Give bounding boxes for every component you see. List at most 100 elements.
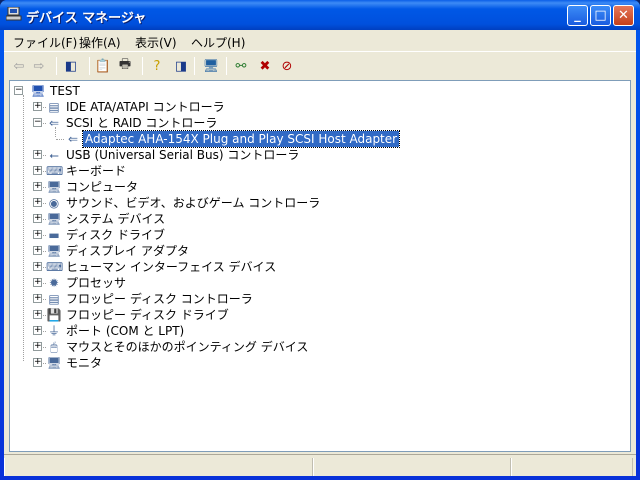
minimize-button[interactable]: _ [567,5,588,26]
properties-button[interactable]: 📋 [94,57,112,75]
title-bar[interactable]: デバイス マネージャ _ □ ✕ [0,0,640,30]
properties-icon: 📋 [94,58,112,74]
tree-item[interactable]: + ⌨ ヒューマン インターフェイス デバイス [10,259,610,275]
show-hide-action-pane-icon: ◨ [174,58,188,74]
status-pane [511,458,633,476]
tree-item[interactable]: + ▤ IDE ATA/ATAPI コントローラ [10,99,610,115]
floppy-drive-icon: 💾 [46,308,62,322]
disk-drive-icon: ▬ [48,228,60,242]
expand-toggle[interactable]: + [33,246,42,255]
expand-toggle[interactable]: + [33,358,42,367]
hid-icon: ⌨ [46,260,64,274]
tree-item-label: ポート (COM と LPT) [66,324,185,338]
tree-line [56,139,64,140]
toolbar: ⇦ ⇨ ◧ 📋 🖶? ◨ 🖥 ⚯ ✖ ⊘ [4,53,636,79]
menu-help[interactable]: ヘルプ(H) [191,34,245,51]
tree-item[interactable]: + ⏚ ポート (COM と LPT) [10,323,610,339]
collapse-toggle[interactable]: − [33,118,42,127]
keyboard-icon: ⌨ [46,164,64,178]
tree-item-label: コンピュータ [66,180,139,194]
expand-toggle[interactable]: + [33,166,42,175]
expand-toggle[interactable]: + [33,278,42,287]
help-button[interactable]: ? [148,57,166,75]
tree-item[interactable]: + ⌨ キーボード [10,163,610,179]
collapse-toggle[interactable]: − [14,86,23,95]
expand-toggle[interactable]: + [33,182,42,191]
expand-toggle[interactable]: + [33,214,42,223]
tree-item-label: ディスプレイ アダプタ [66,244,189,258]
tree-item-label: システム デバイス [66,212,166,226]
close-button[interactable]: ✕ [613,5,634,26]
scan-hardware-icon: 🖥 [202,58,220,74]
menu-view[interactable]: 表示(V) [135,34,177,51]
tree-item[interactable]: ⇐ Adaptec AHA-154X Plug and Play SCSI Hos… [10,130,610,148]
sound-icon: ◉ [48,196,60,210]
tree-item-label: サウンド、ビデオ、およびゲーム コントローラ [66,196,321,210]
mouse-icon: 🖱 [50,340,58,354]
status-pane [4,458,313,476]
scan-hardware-button[interactable]: 🖥 [202,57,220,75]
tree-item-label: マウスとそのほかのポインティング デバイス [66,340,309,354]
disable-button[interactable]: ⊘ [278,57,296,75]
toolbar-separator [226,57,227,75]
tree-item[interactable]: + ▤ フロッピー ディスク コントローラ [10,291,610,307]
processor-icon: ✹ [48,276,60,290]
menu-action[interactable]: 操作(A) [79,34,121,51]
help-icon: ? [153,58,161,74]
expand-toggle[interactable]: + [33,310,42,319]
device-tree[interactable]: − 🖥 TEST + ▤ IDE ATA/ATAPI コントローラ − ⇐ SCSI と RAI… [9,80,631,452]
expand-toggle[interactable]: + [33,326,42,335]
expand-toggle[interactable]: + [33,342,42,351]
show-hide-console-tree-icon: ◧ [64,58,78,74]
tree-root-label: TEST [50,84,80,98]
tree-root[interactable]: − 🖥 TEST [10,83,210,99]
maximize-button[interactable]: □ [590,5,611,26]
tree-item-label: フロッピー ディスク コントローラ [66,292,253,306]
toolbar-separator [56,57,57,75]
tree-item[interactable]: + 🖥 コンピュータ [10,179,610,195]
expand-toggle[interactable]: + [33,198,42,207]
tree-item[interactable]: − ⇐ SCSI と RAID コントローラ [10,115,610,131]
tree-item-label: キーボード [66,164,127,178]
print-button[interactable]: 🖶 [116,57,134,75]
tree-item[interactable]: + 🖥 システム デバイス [10,211,610,227]
forward-button[interactable]: ⇨ [30,57,48,75]
computer-icon: 🖥 [46,180,62,194]
uninstall-icon: ✖ [259,58,271,74]
tree-item-label: USB (Universal Serial Bus) コントローラ [66,148,300,162]
tree-item[interactable]: + ◉ サウンド、ビデオ、およびゲーム コントローラ [10,195,610,211]
scsi-adapter-icon: ⇐ [67,132,79,146]
show-hide-action-pane-button[interactable]: ◨ [172,57,190,75]
tree-item-label: フロッピー ディスク ドライブ [66,308,229,322]
device-manager-icon [5,6,22,21]
tree-item[interactable]: + ✹ プロセッサ [10,275,610,291]
update-driver-button[interactable]: ⚯ [232,57,250,75]
window-title: デバイス マネージャ [26,11,147,26]
show-hide-console-tree-button[interactable]: ◧ [62,57,80,75]
tree-item-label: ディスク ドライブ [66,228,165,242]
back-button[interactable]: ⇦ [10,57,28,75]
tree-item[interactable]: + ⭠ USB (Universal Serial Bus) コントローラ [10,147,610,163]
tree-item[interactable]: + 🖥 モニタ [10,355,610,371]
tree-item[interactable]: + ▬ ディスク ドライブ [10,227,610,243]
usb-icon: ⭠ [49,148,59,162]
disable-icon: ⊘ [281,58,293,74]
tree-item[interactable]: + 💾 フロッピー ディスク ドライブ [10,307,610,323]
uninstall-button[interactable]: ✖ [256,57,274,75]
update-driver-icon: ⚯ [235,58,247,74]
status-bar [4,454,636,476]
tree-item[interactable]: + 🖱 マウスとそのほかのポインティング デバイス [10,339,610,355]
expand-toggle[interactable]: + [33,294,42,303]
expand-toggle[interactable]: + [33,262,42,271]
device-manager-window: デバイス マネージャ _ □ ✕ ファイル(F) 操作(A) 表示(V) ヘルプ… [0,0,640,480]
expand-toggle[interactable]: + [33,230,42,239]
toolbar-separator [194,57,195,75]
expand-toggle[interactable]: + [33,102,42,111]
tree-item[interactable]: + 🖥 ディスプレイ アダプタ [10,243,610,259]
ide-controller-icon: ▤ [48,100,60,114]
expand-toggle[interactable]: + [33,150,42,159]
menu-file[interactable]: ファイル(F) [13,34,77,51]
computer-icon: 🖥 [30,84,46,98]
back-icon: ⇦ [13,58,25,74]
scsi-controller-icon: ⇐ [48,116,60,130]
